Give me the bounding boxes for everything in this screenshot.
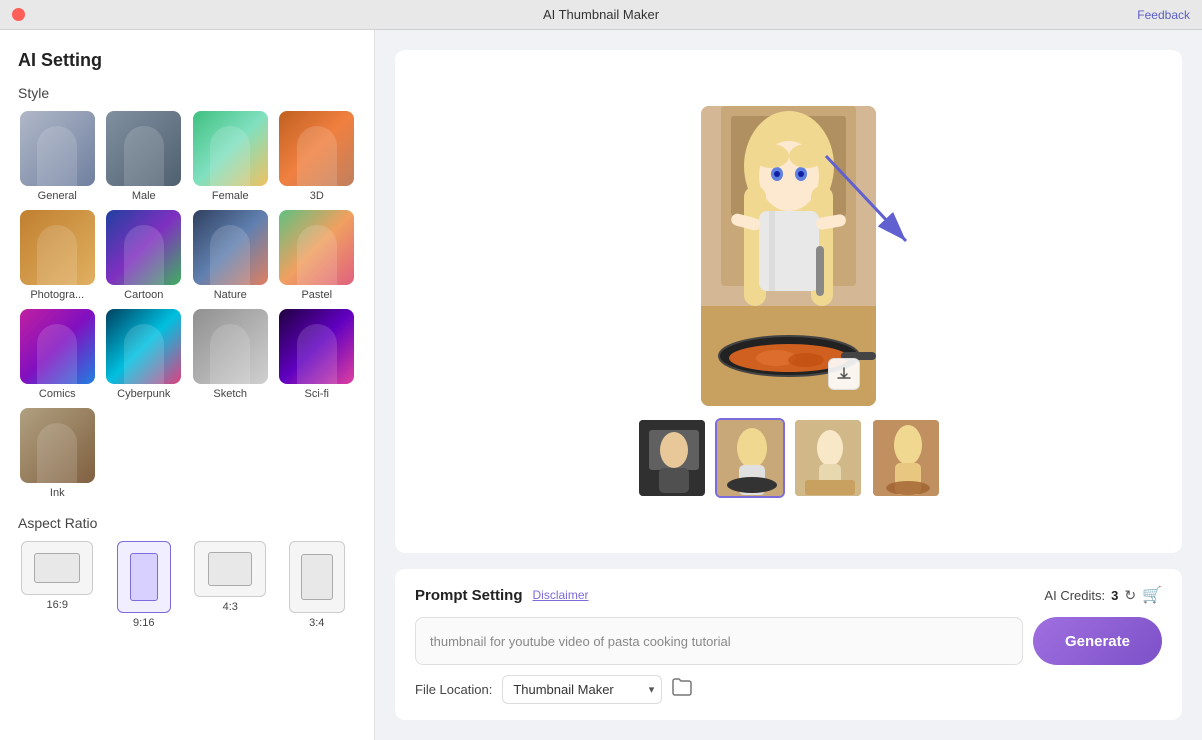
aspect-grid: 16:9 9:16 4:3 xyxy=(18,541,356,629)
main-generated-image xyxy=(701,106,876,406)
aspect-item-4-3[interactable]: 4:3 xyxy=(191,541,270,629)
style-item-scifi[interactable]: Sci-fi xyxy=(278,309,357,400)
style-label-3d: 3D xyxy=(310,190,324,202)
style-item-ink[interactable]: Ink xyxy=(18,408,97,499)
prompt-title-group: Prompt Setting Disclaimer xyxy=(415,587,589,604)
aspect-box-3-4 xyxy=(289,541,345,613)
style-item-sketch[interactable]: Sketch xyxy=(191,309,270,400)
credits-group: AI Credits: 3 ↻ 🛒 xyxy=(1044,585,1162,605)
aspect-item-3-4[interactable]: 3:4 xyxy=(278,541,357,629)
style-img-comics xyxy=(20,309,95,384)
aspect-ratio-section: Aspect Ratio 16:9 9:16 xyxy=(18,515,356,629)
style-label-scifi: Sci-fi xyxy=(305,388,329,400)
titlebar: AI Thumbnail Maker Feedback xyxy=(0,0,1202,30)
style-img-general xyxy=(20,111,95,186)
style-item-cartoon[interactable]: Cartoon xyxy=(105,210,184,301)
thumb-img-2 xyxy=(717,420,783,496)
folder-icon[interactable] xyxy=(672,678,692,701)
thumbnail-2[interactable] xyxy=(715,418,785,498)
thumb-img-1 xyxy=(639,420,705,496)
aspect-label-3-4: 3:4 xyxy=(309,617,324,629)
download-button[interactable] xyxy=(828,358,860,390)
style-label-pastel: Pastel xyxy=(301,289,332,301)
aspect-inner-16-9 xyxy=(34,553,80,583)
style-img-male xyxy=(106,111,181,186)
style-label-female: Female xyxy=(212,190,249,202)
style-img-photography xyxy=(20,210,95,285)
prompt-setting-title: Prompt Setting xyxy=(415,587,523,604)
style-item-comics[interactable]: Comics xyxy=(18,309,97,400)
style-label-cyberpunk: Cyberpunk xyxy=(117,388,170,400)
style-label-ink: Ink xyxy=(50,487,65,499)
bottom-panel: Prompt Setting Disclaimer AI Credits: 3 … xyxy=(395,569,1182,720)
style-img-sketch xyxy=(193,309,268,384)
prompt-input-row: Generate xyxy=(415,617,1162,665)
style-item-male[interactable]: Male xyxy=(105,111,184,202)
thumb-img-4 xyxy=(873,420,939,496)
aspect-item-16-9[interactable]: 16:9 xyxy=(18,541,97,629)
thumbnail-3[interactable] xyxy=(793,418,863,498)
style-img-scifi xyxy=(279,309,354,384)
app-title: AI Thumbnail Maker xyxy=(543,7,659,22)
style-section-label: Style xyxy=(18,85,356,101)
style-grid: General Male Female 3D Photogra... xyxy=(18,111,356,499)
refresh-icon[interactable]: ↻ xyxy=(1124,587,1136,604)
main-image-container xyxy=(701,106,876,406)
thumbnail-4[interactable] xyxy=(871,418,941,498)
aspect-section-label: Aspect Ratio xyxy=(18,515,356,531)
prompt-header: Prompt Setting Disclaimer AI Credits: 3 … xyxy=(415,585,1162,605)
aspect-box-4-3 xyxy=(194,541,266,597)
style-item-3d[interactable]: 3D xyxy=(278,111,357,202)
preview-area xyxy=(395,50,1182,553)
style-label-cartoon: Cartoon xyxy=(124,289,163,301)
file-location-row: File Location: Thumbnail Maker Desktop D… xyxy=(415,675,1162,704)
cart-icon[interactable]: 🛒 xyxy=(1142,585,1162,605)
close-button[interactable] xyxy=(12,8,25,21)
style-img-pastel xyxy=(279,210,354,285)
style-item-nature[interactable]: Nature xyxy=(191,210,270,301)
aspect-box-16-9 xyxy=(21,541,93,595)
aspect-inner-9-16 xyxy=(130,553,158,601)
style-item-photography[interactable]: Photogra... xyxy=(18,210,97,301)
aspect-item-9-16[interactable]: 9:16 xyxy=(105,541,184,629)
disclaimer-link[interactable]: Disclaimer xyxy=(533,588,589,602)
style-label-general: General xyxy=(38,190,77,202)
file-location-label: File Location: xyxy=(415,682,492,697)
style-item-cyberpunk[interactable]: Cyberpunk xyxy=(105,309,184,400)
aspect-inner-3-4 xyxy=(301,554,333,600)
aspect-label-4-3: 4:3 xyxy=(223,601,238,613)
style-item-pastel[interactable]: Pastel xyxy=(278,210,357,301)
style-label-comics: Comics xyxy=(39,388,76,400)
aspect-label-16-9: 16:9 xyxy=(47,599,68,611)
aspect-inner-4-3 xyxy=(208,552,252,586)
style-label-sketch: Sketch xyxy=(213,388,247,400)
style-item-general[interactable]: General xyxy=(18,111,97,202)
prompt-input[interactable] xyxy=(415,617,1023,665)
style-img-female xyxy=(193,111,268,186)
generate-button[interactable]: Generate xyxy=(1033,617,1162,665)
file-location-select[interactable]: Thumbnail Maker Desktop Documents Downlo… xyxy=(502,675,662,704)
thumbnail-strip xyxy=(637,418,941,498)
content-area: Prompt Setting Disclaimer AI Credits: 3 … xyxy=(375,30,1202,740)
style-img-3d xyxy=(279,111,354,186)
style-item-female[interactable]: Female xyxy=(191,111,270,202)
credits-count: 3 xyxy=(1111,588,1118,603)
credits-label: AI Credits: xyxy=(1044,588,1105,603)
file-location-select-wrapper: Thumbnail Maker Desktop Documents Downlo… xyxy=(502,675,662,704)
style-label-male: Male xyxy=(132,190,156,202)
thumbnail-1[interactable] xyxy=(637,418,707,498)
main-layout: AI Setting Style General Male Female 3D xyxy=(0,30,1202,740)
style-label-photography: Photogra... xyxy=(30,289,84,301)
style-img-cartoon xyxy=(106,210,181,285)
sidebar-title: AI Setting xyxy=(18,50,356,71)
style-img-ink xyxy=(20,408,95,483)
style-img-cyberpunk xyxy=(106,309,181,384)
aspect-label-9-16: 9:16 xyxy=(133,617,154,629)
style-img-nature xyxy=(193,210,268,285)
style-label-nature: Nature xyxy=(214,289,247,301)
feedback-link[interactable]: Feedback xyxy=(1137,8,1190,22)
sidebar: AI Setting Style General Male Female 3D xyxy=(0,30,375,740)
thumb-img-3 xyxy=(795,420,861,496)
aspect-box-9-16 xyxy=(117,541,171,613)
